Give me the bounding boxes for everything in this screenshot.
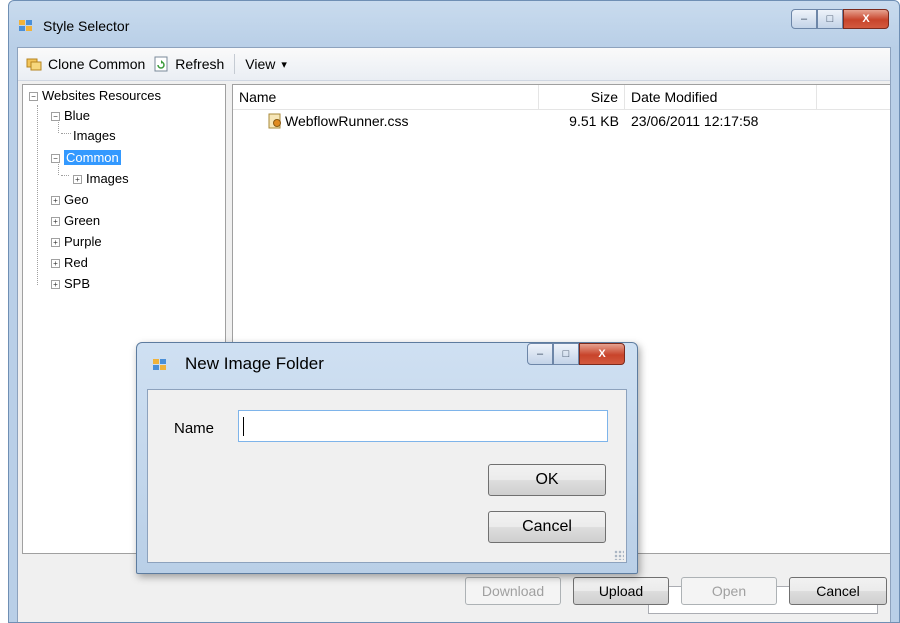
maximize-button[interactable]: □ xyxy=(817,9,843,29)
collapse-toggle[interactable]: − xyxy=(51,154,60,164)
selected-node-label: Common xyxy=(64,150,121,165)
view-dropdown[interactable]: View ▾ xyxy=(241,52,291,76)
tree-node-geo[interactable]: + Geo xyxy=(51,191,89,209)
name-label: Name xyxy=(174,420,215,437)
dialog-caption-buttons: – □ X xyxy=(527,343,625,365)
tree-node-blue[interactable]: − Blue xyxy=(51,107,90,125)
tree-node-purple[interactable]: + Purple xyxy=(51,233,102,251)
list-item[interactable]: WebflowRunner.css 9.51 KB 23/06/2011 12:… xyxy=(233,111,890,131)
view-label: View xyxy=(245,56,276,72)
tree-node-green[interactable]: + Green xyxy=(51,212,100,230)
tree-connector xyxy=(61,175,69,176)
refresh-label: Refresh xyxy=(175,56,225,72)
dialog-client: Name OK Cancel xyxy=(147,389,627,563)
close-button[interactable]: X xyxy=(843,9,889,29)
ok-button[interactable]: OK xyxy=(488,464,606,496)
column-header-name[interactable]: Name xyxy=(233,85,539,109)
caption-buttons: – □ X xyxy=(791,9,889,31)
collapse-toggle[interactable]: − xyxy=(29,92,38,102)
dialog-app-icon xyxy=(153,359,167,371)
name-input[interactable] xyxy=(238,410,608,442)
toolbar-separator xyxy=(234,54,236,74)
resize-grip[interactable] xyxy=(614,550,624,560)
app-icon xyxy=(19,20,33,32)
tree-node-common[interactable]: − Common xyxy=(51,149,121,167)
text-caret xyxy=(243,417,244,436)
tree-node-spb[interactable]: + SPB xyxy=(51,275,90,293)
tree-connector xyxy=(37,105,38,285)
open-button[interactable]: Open xyxy=(681,577,777,605)
tree-connector xyxy=(61,133,71,134)
clone-common-button[interactable]: Clone Common xyxy=(22,52,149,76)
cancel-button[interactable]: Cancel xyxy=(789,577,887,605)
chevron-down-icon: ▾ xyxy=(281,58,287,71)
dialog-maximize-button[interactable]: □ xyxy=(553,343,579,365)
title-bar[interactable]: Style Selector – □ X xyxy=(9,1,899,47)
expand-toggle[interactable]: + xyxy=(73,175,82,185)
expand-toggle[interactable]: + xyxy=(51,217,60,227)
minimize-button[interactable]: – xyxy=(791,9,817,29)
dialog-close-button[interactable]: X xyxy=(579,343,625,365)
tree-node-red[interactable]: + Red xyxy=(51,254,88,272)
file-size: 9.51 KB xyxy=(569,113,619,129)
dialog-minimize-button[interactable]: – xyxy=(527,343,553,365)
expand-toggle[interactable]: + xyxy=(51,238,60,248)
refresh-icon xyxy=(153,56,169,72)
upload-button[interactable]: Upload xyxy=(573,577,669,605)
clone-common-label: Clone Common xyxy=(48,56,146,72)
expand-toggle[interactable]: + xyxy=(51,196,60,206)
column-header-size[interactable]: Size xyxy=(539,85,625,109)
toolbar: Clone Common Refresh View ▾ xyxy=(18,48,890,81)
column-header-date[interactable]: Date Modified xyxy=(625,85,817,109)
collapse-toggle[interactable]: − xyxy=(51,112,60,122)
tree-node-root[interactable]: − Websites Resources xyxy=(29,87,161,105)
window-title: Style Selector xyxy=(43,18,130,34)
expand-toggle[interactable]: + xyxy=(51,280,60,290)
file-date: 23/06/2011 12:17:58 xyxy=(631,113,759,129)
refresh-button[interactable]: Refresh xyxy=(149,52,228,76)
file-name: WebflowRunner.css xyxy=(285,113,409,129)
download-button[interactable]: Download xyxy=(465,577,561,605)
new-image-folder-dialog: New Image Folder – □ X Name OK Cancel xyxy=(136,342,638,574)
list-header: Name Size Date Modified xyxy=(233,85,890,110)
folder-copy-icon xyxy=(26,56,42,72)
css-file-icon xyxy=(267,113,283,129)
tree-node-common-images[interactable]: + Images xyxy=(73,170,129,188)
dialog-cancel-button[interactable]: Cancel xyxy=(488,511,606,543)
dialog-title: New Image Folder xyxy=(185,354,324,373)
expand-toggle[interactable]: + xyxy=(51,259,60,269)
tree-node-blue-images[interactable]: Images xyxy=(73,127,116,145)
